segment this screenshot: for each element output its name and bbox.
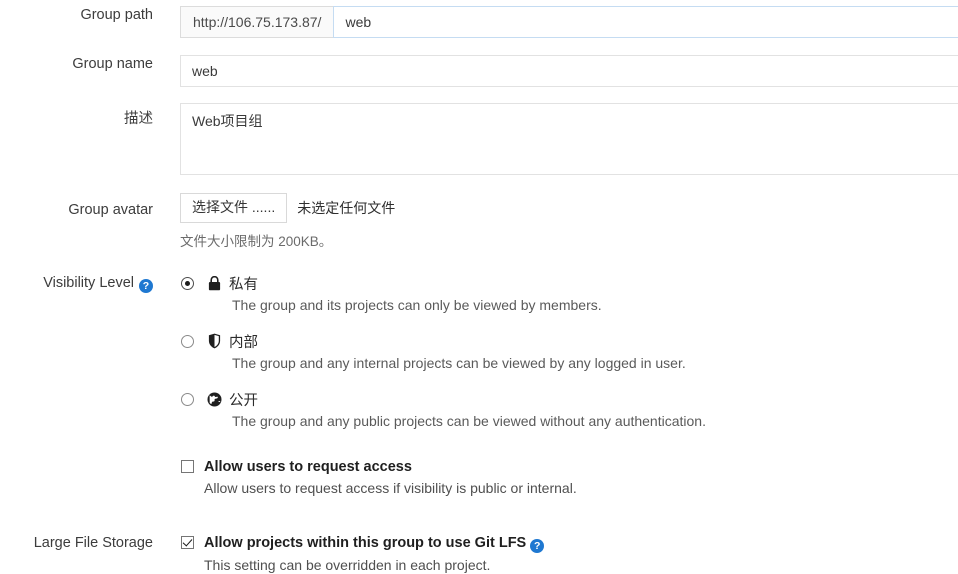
description-label: 描述 — [124, 111, 153, 127]
group-path-input[interactable] — [333, 6, 958, 38]
request-access-desc: Allow users to request access if visibil… — [204, 480, 577, 496]
request-access-label: Allow users to request access — [204, 459, 412, 475]
description-textarea[interactable]: Web项目组 — [180, 103, 958, 175]
visibility-level-label: Visibility Level? — [0, 274, 153, 293]
description-control: Web项目组 — [180, 103, 958, 178]
group-avatar-control: 选择文件 ...... 未选定任何文件 文件大小限制为 200KB。 — [180, 193, 395, 250]
radio-private[interactable] — [181, 277, 194, 290]
shield-icon — [206, 333, 222, 350]
lfs-checkbox-label: Allow projects within this group to use … — [204, 534, 545, 553]
globe-icon — [206, 391, 222, 408]
visibility-options: 私有 The group and its projects can only b… — [181, 274, 706, 497]
visibility-option-private-head: 私有 — [206, 274, 706, 293]
radio-public[interactable] — [181, 393, 194, 406]
file-size-hint: 文件大小限制为 200KB。 — [180, 234, 333, 249]
visibility-level-label-text: Visibility Level — [43, 275, 134, 291]
visibility-option-public-head: 公开 — [206, 390, 706, 409]
lfs-block[interactable]: Allow projects within this group to use … — [181, 534, 545, 574]
visibility-option-public-desc: The group and any public projects can be… — [232, 413, 706, 429]
visibility-option-private-title: 私有 — [229, 276, 258, 293]
group-avatar-label: Group avatar — [68, 202, 153, 218]
visibility-option-internal-title: 内部 — [229, 334, 258, 351]
request-access-checkbox[interactable] — [181, 460, 194, 473]
visibility-option-internal[interactable]: 内部 The group and any internal projects c… — [181, 332, 706, 372]
group-name-label: Group name — [72, 56, 153, 72]
group-path-input-group: http://106.75.173.87/ — [180, 6, 958, 38]
lfs-checkbox[interactable] — [181, 536, 194, 549]
file-selection-status: 未选定任何文件 — [297, 200, 396, 216]
lock-icon — [206, 275, 222, 292]
visibility-option-public[interactable]: 公开 The group and any public projects can… — [181, 390, 706, 430]
choose-file-button[interactable]: 选择文件 ...... — [180, 193, 288, 223]
radio-internal[interactable] — [181, 335, 194, 348]
group-path-prefix-addon: http://106.75.173.87/ — [180, 6, 334, 38]
help-icon[interactable]: ? — [139, 279, 153, 293]
group-path-control: http://106.75.173.87/ — [180, 6, 958, 38]
group-name-input[interactable] — [180, 55, 958, 87]
group-name-control — [180, 55, 958, 87]
lfs-checkbox-label-text: Allow projects within this group to use … — [204, 535, 527, 551]
visibility-option-internal-desc: The group and any internal projects can … — [232, 355, 686, 371]
request-access-block[interactable]: Allow users to request access Allow user… — [181, 458, 706, 497]
visibility-option-private[interactable]: 私有 The group and its projects can only b… — [181, 274, 706, 314]
visibility-option-private-desc: The group and its projects can only be v… — [232, 297, 602, 313]
lfs-desc: This setting can be overridden in each p… — [204, 557, 491, 573]
visibility-option-public-title: 公开 — [229, 392, 258, 409]
large-file-storage-label: Large File Storage — [33, 535, 153, 551]
visibility-option-internal-head: 内部 — [206, 332, 706, 351]
file-chooser: 选择文件 ...... 未选定任何文件 — [180, 193, 395, 223]
help-icon[interactable]: ? — [530, 539, 545, 553]
group-path-label: Group path — [80, 7, 153, 23]
large-file-storage-control: Allow projects within this group to use … — [181, 534, 545, 574]
